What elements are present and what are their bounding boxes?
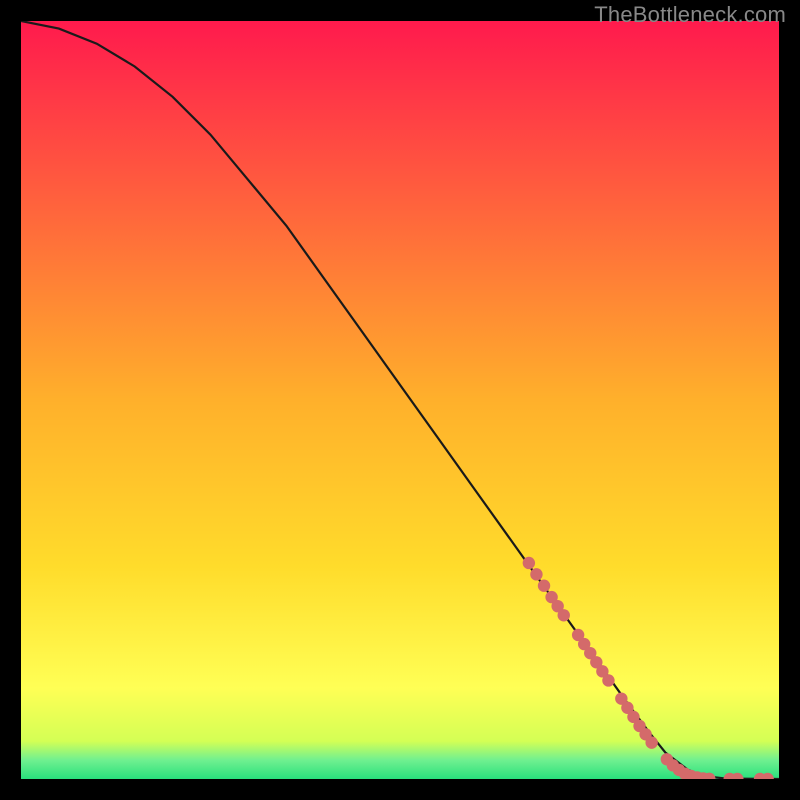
chart-svg [21,21,779,779]
plot-area [21,21,779,779]
attribution-text: TheBottleneck.com [594,2,786,28]
data-dot [558,609,570,621]
chart-frame: TheBottleneck.com [0,0,800,800]
data-dot [538,580,550,592]
data-dot [645,736,657,748]
data-dot [530,568,542,580]
data-dot [602,674,614,686]
gradient-background [21,21,779,779]
data-dot [523,557,535,569]
